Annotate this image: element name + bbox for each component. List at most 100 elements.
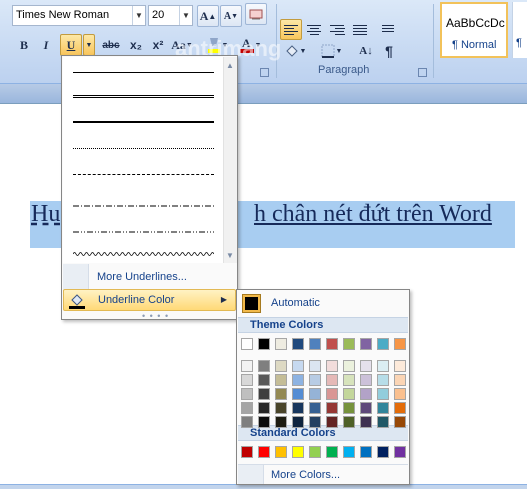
theme-color-swatch[interactable] — [326, 402, 338, 414]
theme-color-swatch[interactable] — [309, 374, 321, 386]
shrink-font-button[interactable]: A ▼ — [220, 5, 242, 27]
theme-color-swatch[interactable] — [258, 416, 270, 428]
automatic-color-item[interactable]: Automatic — [238, 291, 408, 316]
theme-color-swatch[interactable] — [343, 374, 355, 386]
theme-color-swatch[interactable] — [241, 416, 253, 428]
theme-color-swatch[interactable] — [275, 360, 287, 372]
underline-button[interactable]: U — [60, 34, 82, 56]
theme-color-swatch[interactable] — [394, 402, 406, 414]
theme-color-swatch[interactable] — [377, 402, 389, 414]
theme-color-swatch[interactable] — [394, 360, 406, 372]
theme-color-swatch[interactable] — [241, 374, 253, 386]
chevron-down-icon[interactable]: ▼ — [179, 6, 192, 25]
standard-color-swatch[interactable] — [258, 446, 270, 458]
align-left-button[interactable] — [280, 19, 302, 40]
underline-dot-dash[interactable] — [73, 199, 214, 211]
theme-color-swatch[interactable] — [326, 388, 338, 400]
theme-color-swatch[interactable] — [394, 374, 406, 386]
theme-color-swatch[interactable] — [241, 388, 253, 400]
scroll-down-icon[interactable]: ▼ — [226, 251, 234, 260]
theme-color-swatch[interactable] — [360, 338, 372, 350]
standard-color-swatch[interactable] — [275, 446, 287, 458]
theme-color-swatch[interactable] — [258, 374, 270, 386]
theme-color-swatch[interactable] — [309, 388, 321, 400]
theme-color-swatch[interactable] — [343, 402, 355, 414]
theme-color-swatch[interactable] — [326, 416, 338, 428]
align-center-button[interactable] — [303, 19, 325, 40]
standard-color-swatch[interactable] — [292, 446, 304, 458]
theme-color-swatch[interactable] — [377, 416, 389, 428]
theme-color-swatch[interactable] — [241, 338, 253, 350]
theme-color-swatch[interactable] — [275, 388, 287, 400]
theme-color-swatch[interactable] — [241, 402, 253, 414]
strikethrough-button[interactable]: abc — [99, 34, 123, 56]
line-spacing-button[interactable] — [377, 18, 399, 39]
underline-color-item[interactable]: Underline Color ▶ — [63, 289, 236, 311]
theme-color-swatch[interactable] — [360, 360, 372, 372]
standard-color-swatch[interactable] — [394, 446, 406, 458]
theme-color-swatch[interactable] — [360, 402, 372, 414]
theme-color-swatch[interactable] — [394, 338, 406, 350]
sort-button[interactable]: A↓ — [355, 40, 377, 62]
theme-color-swatch[interactable] — [292, 402, 304, 414]
underline-wave[interactable] — [72, 247, 215, 259]
show-paragraph-marks-button[interactable]: ¶ — [379, 40, 399, 62]
standard-color-swatch[interactable] — [309, 446, 321, 458]
underline-dot-dot-dash[interactable] — [73, 225, 214, 237]
theme-color-swatch[interactable] — [343, 360, 355, 372]
superscript-button[interactable]: x² — [147, 34, 169, 56]
more-underlines-item[interactable]: More Underlines... — [63, 267, 236, 289]
grow-font-button[interactable]: A ▲ — [197, 5, 219, 27]
underline-single[interactable] — [73, 72, 214, 73]
theme-color-swatch[interactable] — [377, 374, 389, 386]
theme-color-swatch[interactable] — [377, 388, 389, 400]
standard-color-swatch[interactable] — [377, 446, 389, 458]
bold-button[interactable]: B — [14, 34, 34, 56]
theme-color-swatch[interactable] — [292, 338, 304, 350]
theme-color-swatch[interactable] — [360, 416, 372, 428]
theme-color-swatch[interactable] — [343, 338, 355, 350]
underline-double[interactable] — [73, 95, 214, 99]
font-size-combo[interactable]: 20 ▼ — [148, 5, 193, 26]
theme-color-swatch[interactable] — [360, 388, 372, 400]
justify-button[interactable] — [349, 19, 371, 40]
theme-color-swatch[interactable] — [258, 338, 270, 350]
shading-button[interactable]: ▼ — [280, 40, 310, 62]
theme-color-swatch[interactable] — [309, 402, 321, 414]
theme-color-swatch[interactable] — [292, 416, 304, 428]
theme-color-swatch[interactable] — [394, 416, 406, 428]
scroll-up-icon[interactable]: ▲ — [226, 61, 234, 70]
theme-color-swatch[interactable] — [343, 416, 355, 428]
theme-color-swatch[interactable] — [309, 416, 321, 428]
theme-color-swatch[interactable] — [275, 374, 287, 386]
standard-color-swatch[interactable] — [326, 446, 338, 458]
theme-color-swatch[interactable] — [258, 388, 270, 400]
theme-color-swatch[interactable] — [326, 374, 338, 386]
theme-color-swatch[interactable] — [258, 360, 270, 372]
italic-button[interactable]: I — [36, 34, 56, 56]
subscript-button[interactable]: x₂ — [125, 34, 147, 56]
theme-color-swatch[interactable] — [377, 360, 389, 372]
underline-thick[interactable] — [73, 121, 214, 123]
theme-color-swatch[interactable] — [292, 388, 304, 400]
underline-dashed[interactable] — [73, 174, 214, 175]
paragraph-dialog-launcher[interactable] — [418, 68, 427, 77]
gallery-scrollbar[interactable]: ▲ ▼ — [223, 57, 237, 263]
resize-grip[interactable]: • • • • — [142, 311, 169, 321]
style-normal-tile[interactable]: AaBbCcDc ¶ Normal — [440, 2, 508, 58]
theme-color-swatch[interactable] — [275, 338, 287, 350]
theme-color-swatch[interactable] — [292, 374, 304, 386]
borders-button[interactable]: ▼ — [316, 40, 346, 62]
theme-color-swatch[interactable] — [309, 360, 321, 372]
theme-color-swatch[interactable] — [275, 416, 287, 428]
align-right-button[interactable] — [326, 19, 348, 40]
underline-dropdown-button[interactable]: ▼ — [83, 34, 95, 56]
chevron-down-icon[interactable]: ▼ — [132, 6, 145, 25]
font-dialog-launcher[interactable] — [260, 68, 269, 77]
standard-color-swatch[interactable] — [343, 446, 355, 458]
document-text-right[interactable]: h chân nét đứt trên Word — [254, 201, 492, 228]
font-name-combo[interactable]: Times New Roman ▼ — [12, 5, 146, 26]
standard-color-swatch[interactable] — [241, 446, 253, 458]
theme-color-swatch[interactable] — [258, 402, 270, 414]
style-next-tile[interactable]: ¶ — [512, 2, 527, 58]
